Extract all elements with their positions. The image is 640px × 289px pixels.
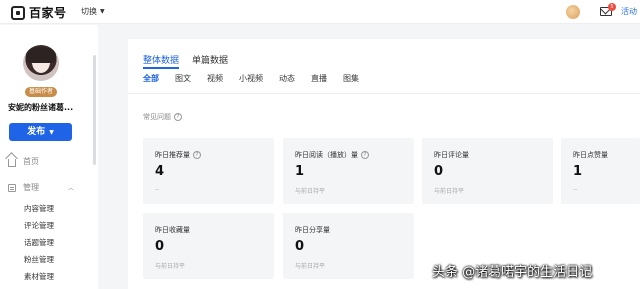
question-icon[interactable]: ? — [193, 151, 201, 159]
tab-overall-data[interactable]: 整体数据 — [143, 53, 180, 69]
content-type-tabs: 全部 图文 视频 小视频 动态 直播 图集 — [143, 73, 375, 84]
tab-single-article-data[interactable]: 单篇数据 — [192, 53, 228, 66]
stat-card-comments: 昨日评论量 0 与前日持平 — [422, 138, 553, 204]
publish-label: 发布 — [27, 127, 46, 137]
author-level-badge: 基础作者 — [25, 87, 58, 97]
chevron-down-icon: ▼ — [100, 8, 105, 15]
nav-home[interactable]: 首页 — [8, 156, 39, 167]
manage-icon — [8, 183, 16, 192]
nav-manage-label: 管理 — [23, 183, 39, 192]
subtab-dynamic[interactable]: 动态 — [279, 73, 295, 84]
divider — [128, 93, 640, 94]
card-label-wrap: 昨日评论量 — [434, 150, 469, 160]
subtab-video[interactable]: 视频 — [207, 73, 223, 84]
subtab-article[interactable]: 图文 — [175, 73, 191, 84]
card-label: 昨日推荐量 — [155, 151, 190, 159]
card-compare: 与前日持平 — [434, 188, 465, 195]
sidebar-item-materials[interactable]: 素材管理 — [24, 271, 54, 282]
question-icon[interactable]: ? — [361, 151, 369, 159]
switch-label: 切换 — [81, 7, 97, 16]
logo-icon — [11, 5, 25, 20]
card-value: 4 — [155, 164, 165, 179]
card-label: 昨日收藏量 — [155, 226, 190, 234]
subtab-gallery[interactable]: 图集 — [343, 73, 359, 84]
publish-button[interactable]: 发布 ▼ — [9, 123, 72, 141]
username[interactable]: 安妮的粉丝诸葛... — [8, 102, 94, 113]
card-value: 0 — [295, 239, 305, 254]
stat-card-shares: 昨日分享量 0 与前日持平 — [283, 213, 414, 279]
sidebar: 基础作者 安妮的粉丝诸葛... 发布 ▼ 首页 管理 ︿ 内容管理 评论管理 话题… — [0, 25, 98, 289]
data-panel: 整体数据 单篇数据 全部 图文 视频 小视频 动态 直播 图集 常见问题 ? 昨… — [128, 39, 640, 289]
card-compare: -- — [155, 186, 160, 193]
question-icon: ? — [174, 113, 182, 121]
card-compare: 与前日持平 — [295, 188, 326, 195]
sidebar-item-comments[interactable]: 评论管理 — [24, 220, 54, 231]
card-label-wrap: 昨日分享量 — [295, 225, 330, 235]
faq-label: 常见问题 — [143, 113, 171, 121]
baijiahao-logo[interactable]: 百家号 — [11, 4, 67, 21]
sidebar-item-topics[interactable]: 话题管理 — [24, 237, 54, 248]
notification-badge: 5 — [608, 3, 616, 11]
card-value: 1 — [295, 164, 305, 179]
card-label-wrap: 昨日推荐量 ? — [155, 150, 201, 160]
faq-link[interactable]: 常见问题 ? — [143, 112, 182, 122]
activity-link[interactable]: 活动 | — [621, 6, 640, 17]
nav-manage[interactable]: 管理 ︿ — [8, 182, 74, 193]
card-compare: -- — [573, 186, 578, 193]
card-compare: 与前日持平 — [155, 263, 186, 270]
nav-home-label: 首页 — [23, 157, 39, 166]
stat-card-likes: 昨日点赞量 1 -- — [561, 138, 640, 204]
caret-down-icon: ▼ — [49, 129, 54, 136]
card-label: 昨日阅读（播放）量 — [295, 151, 358, 159]
sidebar-item-content[interactable]: 内容管理 — [24, 203, 54, 214]
card-value: 0 — [434, 164, 444, 179]
user-avatar-icon[interactable] — [566, 5, 580, 19]
stat-card-recommend: 昨日推荐量 ? 4 -- — [143, 138, 274, 204]
watermark: 头条 @诸葛喏宇的生活日记 — [432, 265, 593, 280]
logo-text: 百家号 — [29, 6, 67, 20]
subtab-short-video[interactable]: 小视频 — [239, 73, 263, 84]
card-value: 0 — [155, 239, 165, 254]
card-value: 1 — [573, 164, 583, 179]
card-label-wrap: 昨日点赞量 — [573, 150, 608, 160]
card-label: 昨日分享量 — [295, 226, 330, 234]
home-icon — [8, 158, 16, 167]
stat-card-reads: 昨日阅读（播放）量 ? 1 与前日持平 — [283, 138, 414, 204]
card-label: 昨日评论量 — [434, 151, 469, 159]
card-compare: 与前日持平 — [295, 263, 326, 270]
top-bar: 百家号 切换 ▼ 5 活动 | — [0, 0, 640, 24]
chevron-up-icon: ︿ — [67, 185, 74, 192]
sidebar-item-fans[interactable]: 粉丝管理 — [24, 254, 54, 265]
subtab-live[interactable]: 直播 — [311, 73, 327, 84]
card-label-wrap: 昨日收藏量 — [155, 225, 190, 235]
profile-avatar[interactable] — [23, 45, 59, 81]
switch-account-dropdown[interactable]: 切换 ▼ — [81, 6, 105, 17]
subtab-all[interactable]: 全部 — [143, 73, 159, 84]
stat-card-favorites: 昨日收藏量 0 与前日持平 — [143, 213, 274, 279]
card-label: 昨日点赞量 — [573, 151, 608, 159]
card-label-wrap: 昨日阅读（播放）量 ? — [295, 150, 369, 160]
